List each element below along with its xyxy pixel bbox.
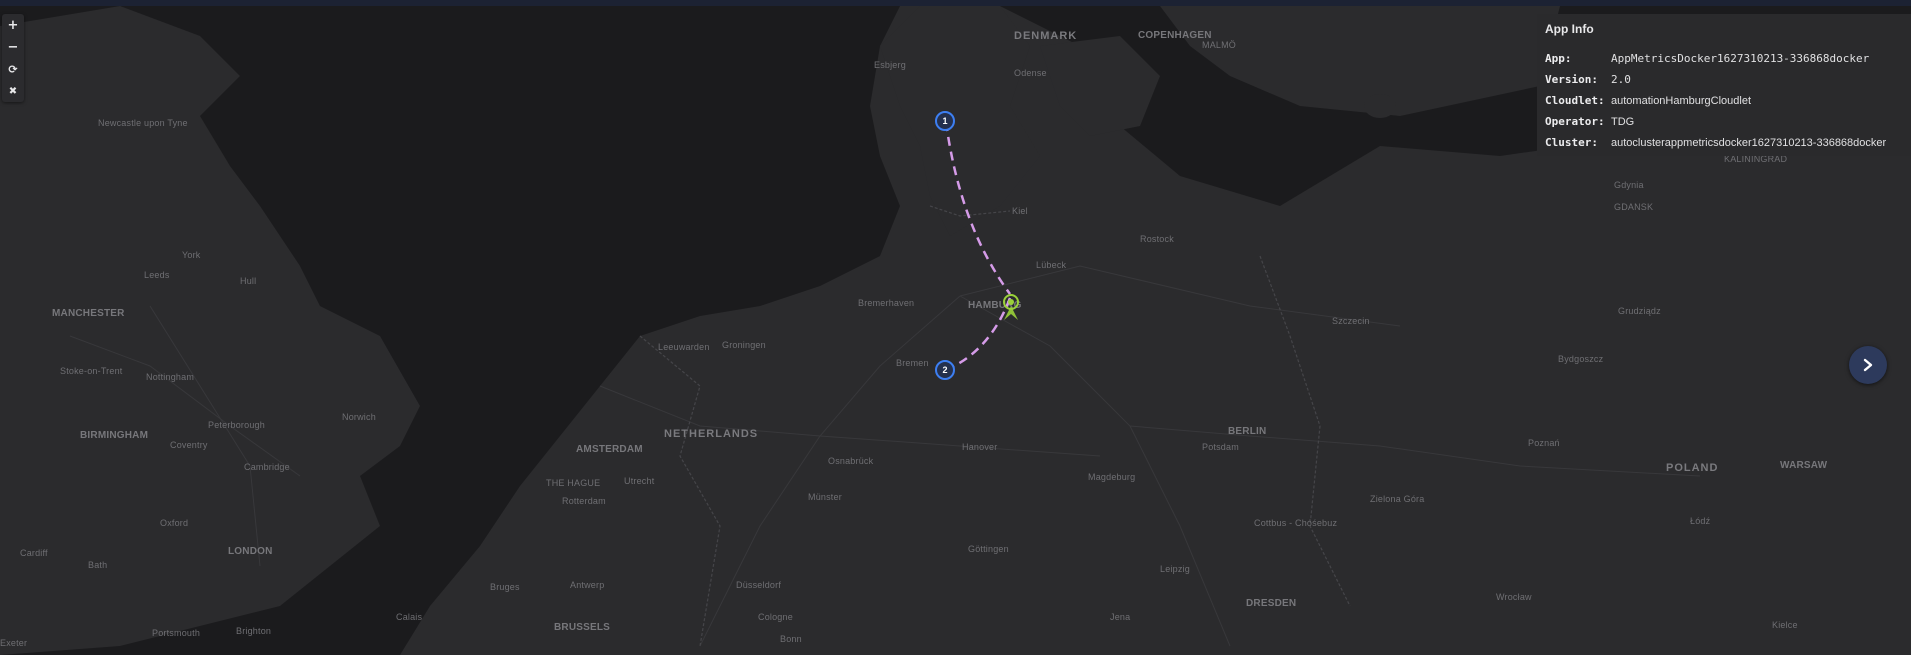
client-marker-2[interactable]: 2 [935, 360, 955, 380]
info-value-version: 2.0 [1611, 73, 1631, 86]
cloudlet-marker-icon[interactable] [998, 292, 1024, 322]
app-info-panel: App Info App: AppMetricsDocker1627310213… [1537, 14, 1911, 156]
app-info-title: App Info [1545, 22, 1594, 36]
info-row-cloudlet: Cloudlet: automationHamburgCloudlet [1545, 90, 1911, 111]
route-line-1 [944, 121, 1012, 295]
chevron-right-icon [1863, 358, 1873, 372]
info-row-operator: Operator: TDG [1545, 111, 1911, 132]
info-row-cluster: Cluster: autoclusterappmetricsdocker1627… [1545, 132, 1911, 153]
info-value-cloudlet: automationHamburgCloudlet [1611, 94, 1752, 107]
zoom-in-button[interactable]: + [2, 14, 24, 36]
client-marker-1[interactable]: 1 [935, 111, 955, 131]
reset-view-icon[interactable]: ⟳ [2, 58, 24, 80]
next-panel-button[interactable] [1849, 346, 1887, 384]
info-key-cluster: Cluster: [1545, 136, 1598, 149]
info-row-version: Version: 2.0 [1545, 69, 1911, 90]
zoom-out-button[interactable]: − [2, 36, 24, 58]
info-key-operator: Operator: [1545, 115, 1605, 128]
info-row-app: App: AppMetricsDocker1627310213-336868do… [1545, 48, 1911, 69]
info-key-app: App: [1545, 52, 1572, 65]
info-key-cloudlet: Cloudlet: [1545, 94, 1605, 107]
map-controls: + − ⟳ ✖ [2, 14, 24, 102]
info-value-app: AppMetricsDocker1627310213-336868docker [1611, 52, 1870, 65]
info-value-cluster: autoclusterappmetricsdocker1627310213-33… [1611, 136, 1887, 149]
close-icon[interactable]: ✖ [2, 80, 24, 102]
info-value-operator: TDG [1611, 115, 1635, 128]
info-key-version: Version: [1545, 73, 1598, 86]
